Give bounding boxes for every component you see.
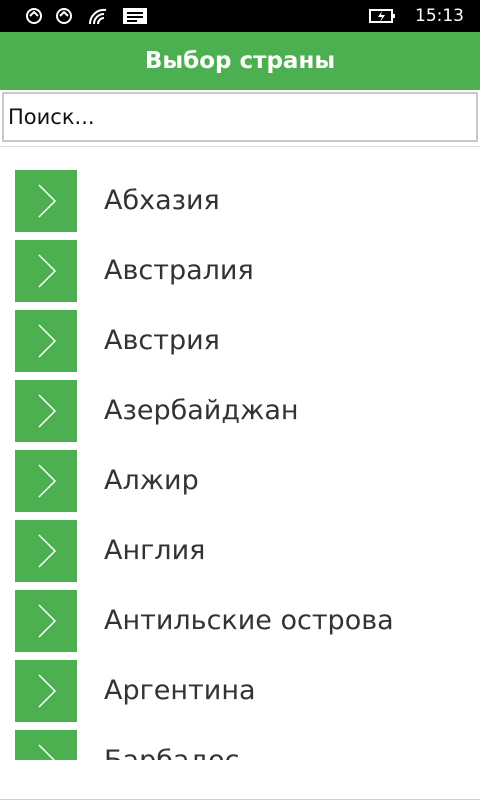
- divider: [0, 146, 480, 147]
- list-item[interactable]: Аргентина: [0, 660, 480, 722]
- list-item[interactable]: Антильские острова: [0, 590, 480, 652]
- wifi-signal-icon: [86, 6, 110, 26]
- notification-icon-2: [52, 6, 76, 26]
- country-label: Азербайджан: [104, 395, 299, 426]
- page-title: Выбор страны: [144, 48, 336, 74]
- list-item[interactable]: Азербайджан: [0, 380, 480, 442]
- country-label: Австралия: [104, 255, 254, 286]
- chevron-right-icon: [15, 240, 77, 302]
- country-list[interactable]: Абхазия Австралия Австрия Азербайджан Ал…: [0, 170, 480, 760]
- list-item[interactable]: Барбадос: [0, 730, 480, 760]
- battery-charging-icon: [368, 6, 398, 26]
- list-item[interactable]: Англия: [0, 520, 480, 582]
- message-icon: [122, 6, 148, 26]
- chevron-right-icon: [15, 730, 77, 760]
- search-input[interactable]: [2, 92, 478, 142]
- country-label: Австрия: [104, 325, 220, 356]
- chevron-right-icon: [15, 170, 77, 232]
- search-container: [0, 90, 480, 146]
- country-label: Абхазия: [104, 185, 220, 216]
- page-title-bar: Выбор страны: [0, 32, 480, 90]
- country-label: Англия: [104, 535, 206, 566]
- status-bar: 15:13: [0, 0, 480, 32]
- country-label: Аргентина: [104, 675, 256, 706]
- clock: 15:13: [415, 6, 464, 26]
- chevron-right-icon: [15, 660, 77, 722]
- list-item[interactable]: Алжир: [0, 450, 480, 512]
- list-item[interactable]: Австралия: [0, 240, 480, 302]
- country-label: Алжир: [104, 465, 199, 496]
- chevron-right-icon: [15, 590, 77, 652]
- chevron-right-icon: [15, 380, 77, 442]
- chevron-right-icon: [15, 450, 77, 512]
- chevron-right-icon: [15, 310, 77, 372]
- country-label: Антильские острова: [104, 605, 394, 636]
- notification-icon: [22, 6, 46, 26]
- chevron-right-icon: [15, 520, 77, 582]
- list-item[interactable]: Австрия: [0, 310, 480, 372]
- country-label: Барбадос: [104, 744, 239, 760]
- list-item[interactable]: Абхазия: [0, 170, 480, 232]
